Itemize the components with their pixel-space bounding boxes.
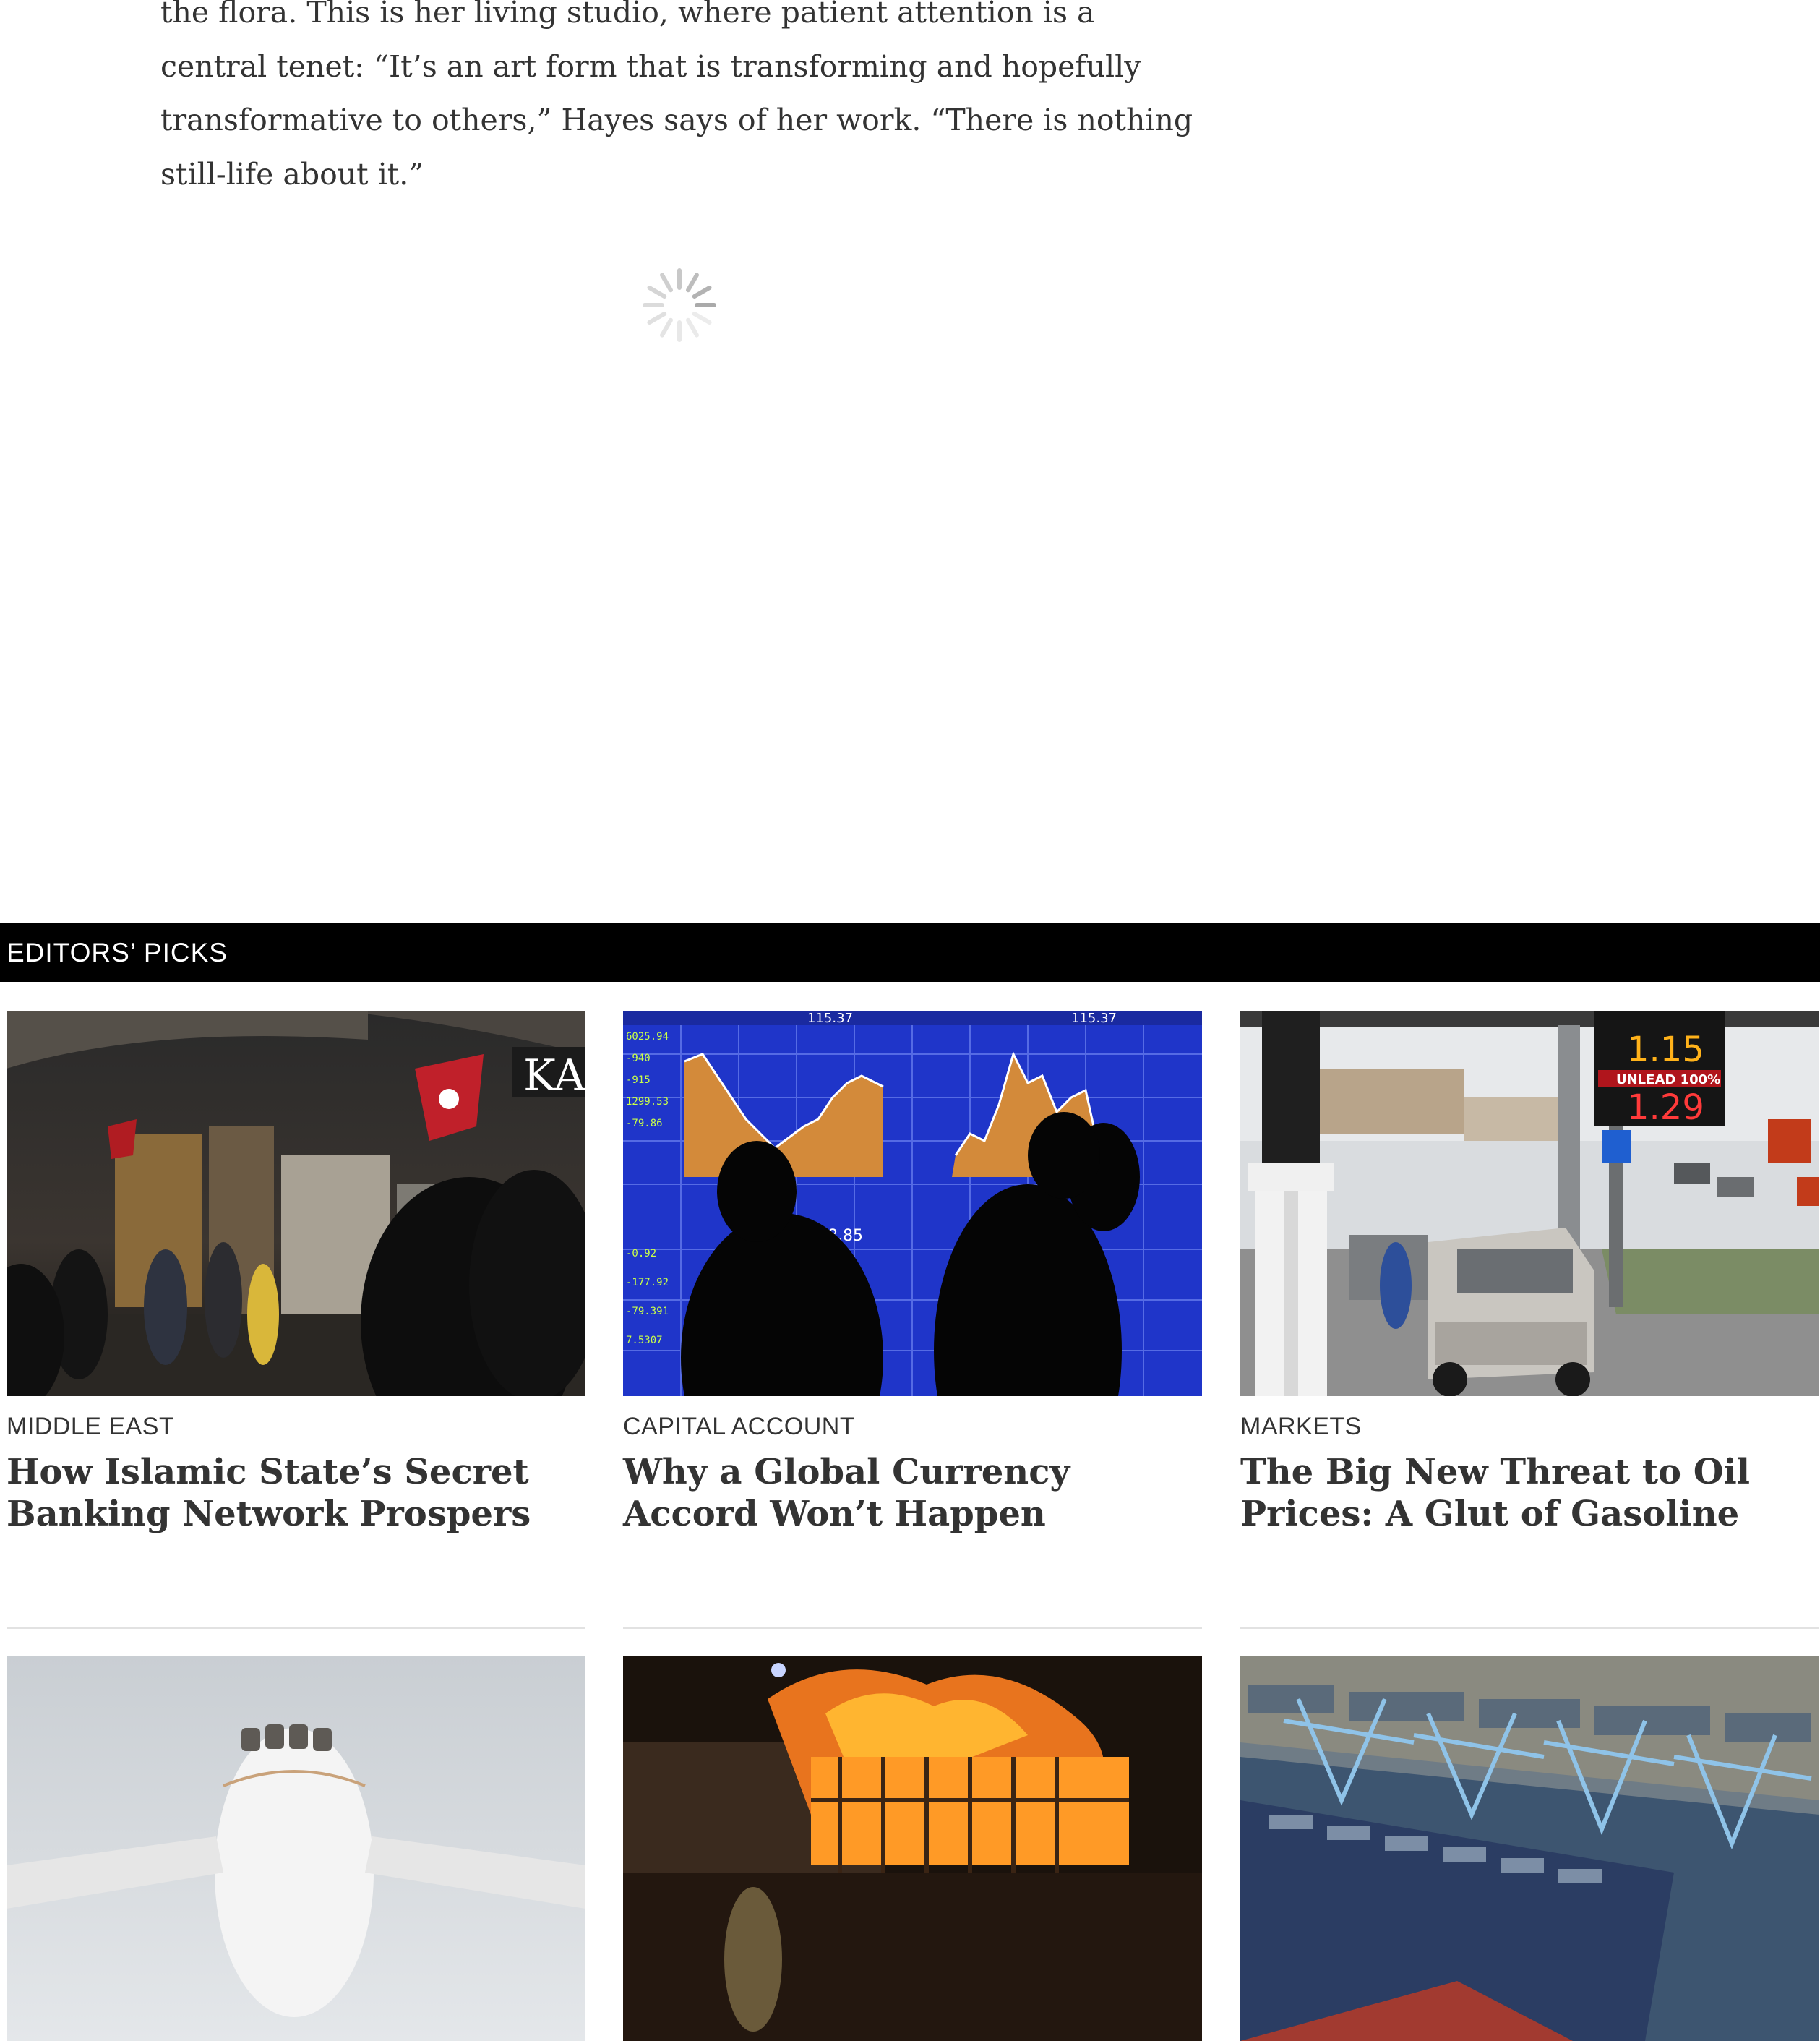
gas-station-photo[interactable]: 1.15 UNLEAD 100% 1.29 [1240, 1011, 1819, 1396]
article-line: transformative to others,” Hayes says of… [160, 103, 1193, 137]
container-port-photo[interactable] [1240, 1656, 1819, 2041]
svg-text:-915: -915 [626, 1074, 651, 1086]
svg-text:-0.92: -0.92 [626, 1248, 656, 1259]
stock-value: 115.37 [1071, 1011, 1117, 1026]
svg-text:-940: -940 [626, 1053, 651, 1064]
article-body-tail: the flora. This is her living studio, wh… [160, 0, 1216, 201]
svg-text:-79.86: -79.86 [626, 1118, 663, 1129]
article-line: still-life about it.” [160, 156, 424, 192]
editors-pick-card[interactable]: KAS MIDDLE EAST How Islamic State’s Secr… [7, 1011, 585, 1535]
fire-photo[interactable] [623, 1656, 1202, 2041]
gas-price: 1.15 [1627, 1030, 1704, 1070]
editors-picks-header: EDITORS’ PICKS [0, 923, 1820, 982]
card-headline-link[interactable]: The Big New Threat to Oil Prices: A Glut… [1240, 1451, 1819, 1535]
card-divider [7, 1627, 585, 1629]
card-headline-link[interactable]: Why a Global Currency Accord Won’t Happe… [623, 1451, 1202, 1535]
svg-text:6025.94: 6025.94 [626, 1031, 669, 1043]
card-divider [623, 1627, 1202, 1629]
stock-board-photo[interactable]: 115.37 115.37 128.85 6025.94 -940 -915 1… [623, 1011, 1202, 1396]
svg-text:-79.391: -79.391 [626, 1306, 669, 1317]
bazaar-sign: KAS [523, 1051, 585, 1101]
svg-text:7.5307: 7.5307 [626, 1335, 663, 1346]
card-kicker[interactable]: MIDDLE EAST [7, 1412, 585, 1441]
editors-pick-card[interactable] [1240, 1656, 1819, 2041]
editors-pick-card[interactable]: 1.15 UNLEAD 100% 1.29 MARKETS The Big Ne… [1240, 1011, 1819, 1535]
editors-pick-card[interactable]: 115.37 115.37 128.85 6025.94 -940 -915 1… [623, 1011, 1202, 1535]
article-line: the flora. This is her living studio, wh… [160, 0, 1095, 30]
svg-text:-177.92: -177.92 [626, 1277, 669, 1288]
editors-pick-card[interactable] [623, 1656, 1202, 2041]
card-divider [1240, 1627, 1819, 1629]
airplane-photo[interactable] [7, 1656, 585, 2041]
card-kicker[interactable]: CAPITAL ACCOUNT [623, 1412, 1202, 1441]
editors-pick-card[interactable] [7, 1656, 585, 2041]
stock-value: 115.37 [807, 1011, 853, 1026]
bazaar-photo[interactable]: KAS [7, 1011, 585, 1396]
card-kicker[interactable]: MARKETS [1240, 1412, 1819, 1441]
section-title: EDITORS’ PICKS [7, 938, 228, 967]
svg-text:1299.53: 1299.53 [626, 1096, 669, 1108]
gas-grade-label: UNLEAD 100% [1616, 1072, 1720, 1087]
article-line: central tenet: “It’s an art form that is… [160, 48, 1141, 84]
loading-spinner-icon [642, 268, 717, 343]
card-headline-link[interactable]: How Islamic State’s Secret Banking Netwo… [7, 1451, 585, 1535]
gas-price: 1.29 [1627, 1087, 1704, 1128]
